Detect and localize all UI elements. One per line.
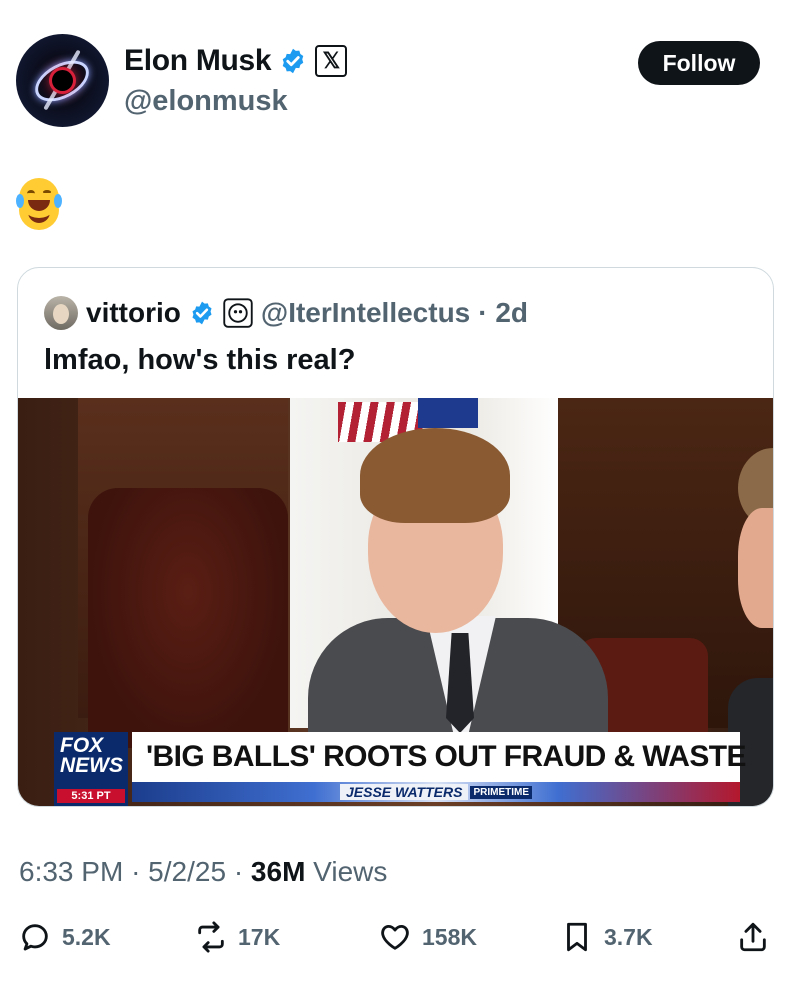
repost-count: 17K <box>238 923 281 950</box>
share-button[interactable] <box>736 920 770 954</box>
author-handle[interactable]: @elonmusk <box>124 85 288 118</box>
author-avatar[interactable] <box>16 34 109 127</box>
fox-news-logo: FOX NEWS 5:31 PT <box>54 732 128 806</box>
tweet-time[interactable]: 6:33 PM <box>19 856 123 887</box>
quoted-tweet[interactable]: vittorio @IterIntellectus · 2d lmfao, ho… <box>17 267 774 807</box>
quoted-avatar[interactable] <box>44 296 78 330</box>
share-icon <box>740 922 766 952</box>
views-count: 36M <box>250 856 306 887</box>
show-tag: PRIMETIME <box>470 785 532 799</box>
network-logo-text: FOX NEWS <box>60 734 123 777</box>
verified-badge-icon <box>283 48 304 74</box>
action-bar: 5.2K 17K 158K 3.7K <box>18 920 774 960</box>
quoted-age: · 2d <box>478 297 529 328</box>
quoted-handle[interactable]: @IterIntellectus <box>261 297 470 329</box>
quoted-header: vittorio @IterIntellectus · 2d <box>44 296 528 330</box>
headline-bar: 'BIG BALLS' ROOTS OUT FRAUD & WASTE <box>132 732 747 782</box>
emoji-art <box>16 178 62 218</box>
repost-icon <box>198 921 224 953</box>
affiliate-badge-icon <box>223 298 253 328</box>
news-lower-third: FOX NEWS 5:31 PT 'BIG BALLS' ROOTS OUT F… <box>54 732 747 806</box>
verified-badge-icon <box>192 301 212 325</box>
author-display-name[interactable]: Elon Musk <box>124 44 272 78</box>
like-button[interactable]: 158K <box>378 920 477 954</box>
tweet-header: Elon Musk 𝕏 @elonmusk Follow <box>16 34 760 130</box>
reply-icon <box>22 924 48 951</box>
follow-button[interactable]: Follow <box>638 41 760 85</box>
x-logo-icon: 𝕏 <box>315 45 348 77</box>
quoted-text: lmfao, how's this real? <box>44 344 356 376</box>
bookmark-count: 3.7K <box>604 923 653 950</box>
show-name: JESSE WATTERS <box>340 784 469 800</box>
author-name-row: Elon Musk 𝕏 <box>124 44 348 78</box>
like-icon <box>381 924 409 950</box>
tweet-meta: 6:33 PM · 5/2/25 · 36M Views <box>19 856 388 887</box>
like-count: 158K <box>422 923 477 950</box>
reply-button[interactable]: 5.2K <box>18 920 111 954</box>
repost-button[interactable]: 17K <box>194 920 280 954</box>
news-headline: 'BIG BALLS' ROOTS OUT FRAUD & WASTE <box>146 740 747 773</box>
bookmark-button[interactable]: 3.7K <box>560 920 653 954</box>
quoted-media-video[interactable]: FOX NEWS 5:31 PT 'BIG BALLS' ROOTS OUT F… <box>18 398 773 806</box>
quoted-display-name[interactable]: vittorio <box>86 297 181 329</box>
tweet-date[interactable]: 5/2/25 <box>148 856 226 887</box>
broadcast-time: 5:31 PT <box>57 789 125 803</box>
reply-count: 5.2K <box>62 923 111 950</box>
views-label: Views <box>313 856 388 887</box>
show-bar: JESSE WATTERS PRIMETIME <box>132 782 740 802</box>
bookmark-icon <box>567 922 587 952</box>
